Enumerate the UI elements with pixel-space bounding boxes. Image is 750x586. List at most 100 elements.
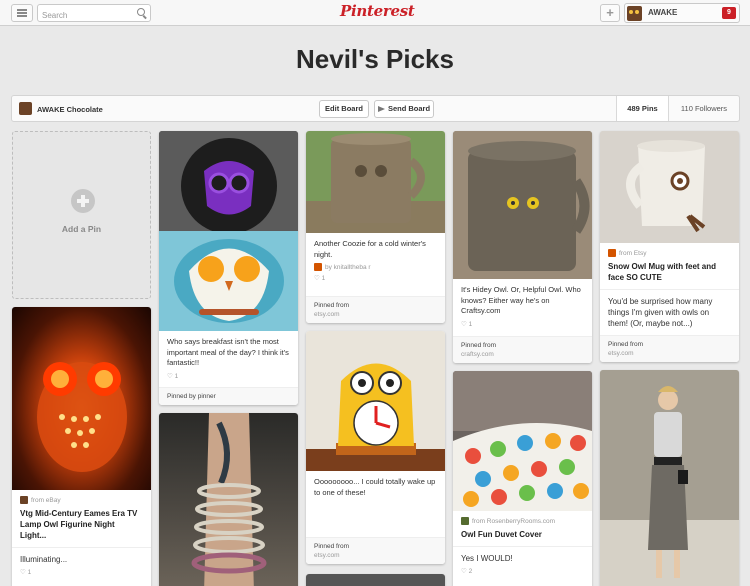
pinned-from-label: Pinned from [608,341,644,348]
search-input[interactable] [38,7,128,24]
board-header-bar: AWAKE Chocolate Edit Board Send Board 48… [11,95,740,122]
menu-icon [17,9,27,17]
etsy-icon [608,249,616,257]
hidey-owl-illustration [453,131,592,279]
pin-next[interactable] [306,574,445,586]
heart-icon: ♡ [314,275,322,282]
owl-mug-illustration [600,131,739,243]
user-menu[interactable]: AWAKE 9 [624,3,740,23]
pin-owl-egg[interactable]: Who says breakfast isn't the most import… [159,131,298,405]
pin-likes: ♡ 1 [159,369,298,380]
likes-count: 1 [468,320,473,328]
pin-image[interactable] [12,307,151,490]
pin-description: It's Hidey Owl. Or, Helpful Owl. Who kno… [461,285,581,315]
pin-description: Who says breakfast isn't the most import… [167,337,289,367]
pin-likes: ♡ 1 [12,565,151,576]
pin-source-text: from Etsy [619,249,647,257]
heart-icon: ♡ [20,569,28,576]
pin-image[interactable] [159,131,298,331]
pin-owl-bracelets[interactable] [159,413,298,586]
pin-image[interactable] [306,331,445,471]
pin-title[interactable]: Vtg Mid-Century Eames Era TV Lamp Owl Fi… [12,504,151,541]
pinterest-logo[interactable]: Pinterest [340,2,415,20]
avatar [627,6,642,21]
pin-footer[interactable]: Pinned by pinner [159,387,298,405]
pinned-from-source: craftsy.com [461,351,494,358]
pins-count-tab[interactable]: 489 Pins [616,96,668,121]
owl-dress-illustration [600,370,739,586]
likes-count: 1 [27,569,32,576]
likes-count: 2 [468,568,473,575]
likes-count: 1 [321,275,326,282]
board-owner-avatar[interactable] [19,102,32,115]
edit-board-button[interactable]: Edit Board [319,100,369,118]
duvet-illustration [453,371,592,511]
pin-footer[interactable]: Pinned from etsy.com [600,335,739,362]
pin-description: Yes I WOULD! [453,546,592,564]
edit-board-label: Edit Board [325,104,363,113]
add-pin-label: Add a Pin [61,224,102,234]
pin-image[interactable] [306,131,445,233]
plus-icon: + [606,5,614,20]
pin-title[interactable]: Snow Owl Mug with feet and face SO CUTE [600,257,739,283]
pin-description: You'd be surprised how many things I'm g… [600,289,739,329]
pin-owl-lamp[interactable]: from eBay Vtg Mid-Century Eames Era TV L… [12,307,151,586]
pin-footer[interactable]: Pinned from etsy.com [306,537,445,564]
send-board-button[interactable]: Send Board [374,100,434,118]
send-icon [377,106,385,113]
pin-source-text: from RosenberryRooms.com [472,517,556,525]
pinned-from-source: etsy.com [314,311,340,318]
pin-owl-clock[interactable]: Ooooooooo... I could totally wake up to … [306,331,445,564]
pin-image[interactable] [159,413,298,586]
pin-footer[interactable]: Pinned from etsy.com [306,296,445,323]
board-owner-name[interactable]: AWAKE Chocolate [37,105,103,114]
pin-source-text: from eBay [31,496,61,504]
pin-owl-dress[interactable] [600,370,739,586]
pinned-from-label: Pinned from [314,302,350,309]
pin-description: Illuminating... [12,547,151,565]
pin-description: Ooooooooo... I could totally wake up to … [314,477,436,497]
add-button[interactable]: + [600,4,620,22]
pin-footer[interactable]: Pinned from craftsy.com [453,336,592,363]
plus-icon [71,189,95,213]
pin-image[interactable] [453,371,592,511]
menu-button[interactable] [11,4,33,22]
followers-count-tab[interactable]: 110 Followers [668,96,739,121]
pin-description: Another Coozie for a cold winter's night… [314,239,426,259]
page-title: Nevil's Picks [296,44,454,74]
pin-title[interactable]: Owl Fun Duvet Cover [453,525,592,540]
pin-image[interactable] [453,131,592,279]
heart-icon: ♡ [461,320,469,328]
notification-badge[interactable]: 9 [722,7,736,19]
etsy-icon [314,263,322,271]
source-icon [461,517,469,525]
add-pin-card[interactable]: Add a Pin [12,131,151,299]
owl-lamp-illustration [37,362,127,472]
pinned-by-label: Pinned by [167,393,196,400]
coozie-illustration [306,133,445,233]
pin-likes: ♡ 2 [453,564,592,575]
pin-duvet[interactable]: from RosenberryRooms.com Owl Fun Duvet C… [453,371,592,586]
source-icon [20,496,28,504]
heart-icon: ♡ [167,372,175,380]
pin-source[interactable]: from Etsy [600,243,739,257]
pin-image[interactable] [600,131,739,243]
pin-image[interactable] [600,370,739,586]
bracelets-illustration [191,413,267,586]
pin-owl-mug[interactable]: from Etsy Snow Owl Mug with feet and fac… [600,131,739,362]
pin-likes: ♡ 1 [453,317,592,328]
top-bar: Pinterest + AWAKE 9 [0,0,750,26]
pin-hidey-owl[interactable]: It's Hidey Owl. Or, Helpful Owl. Who kno… [453,131,592,363]
pin-attribution-text: by knitalltheba r [325,263,371,271]
pin-source[interactable]: from RosenberryRooms.com [453,511,592,525]
pin-attribution[interactable]: by knitalltheba r [306,260,445,271]
heart-icon: ♡ [461,568,469,575]
pin-source[interactable]: from eBay [12,490,151,504]
pin-coozie[interactable]: Another Coozie for a cold winter's night… [306,131,445,323]
owl-clock-illustration [306,363,445,471]
search-icon[interactable] [137,8,145,16]
owl-egg-illustration [159,131,298,331]
likes-count: 1 [174,372,179,380]
pinned-from-source: etsy.com [608,350,634,357]
pinned-from-label: Pinned from [314,543,350,550]
